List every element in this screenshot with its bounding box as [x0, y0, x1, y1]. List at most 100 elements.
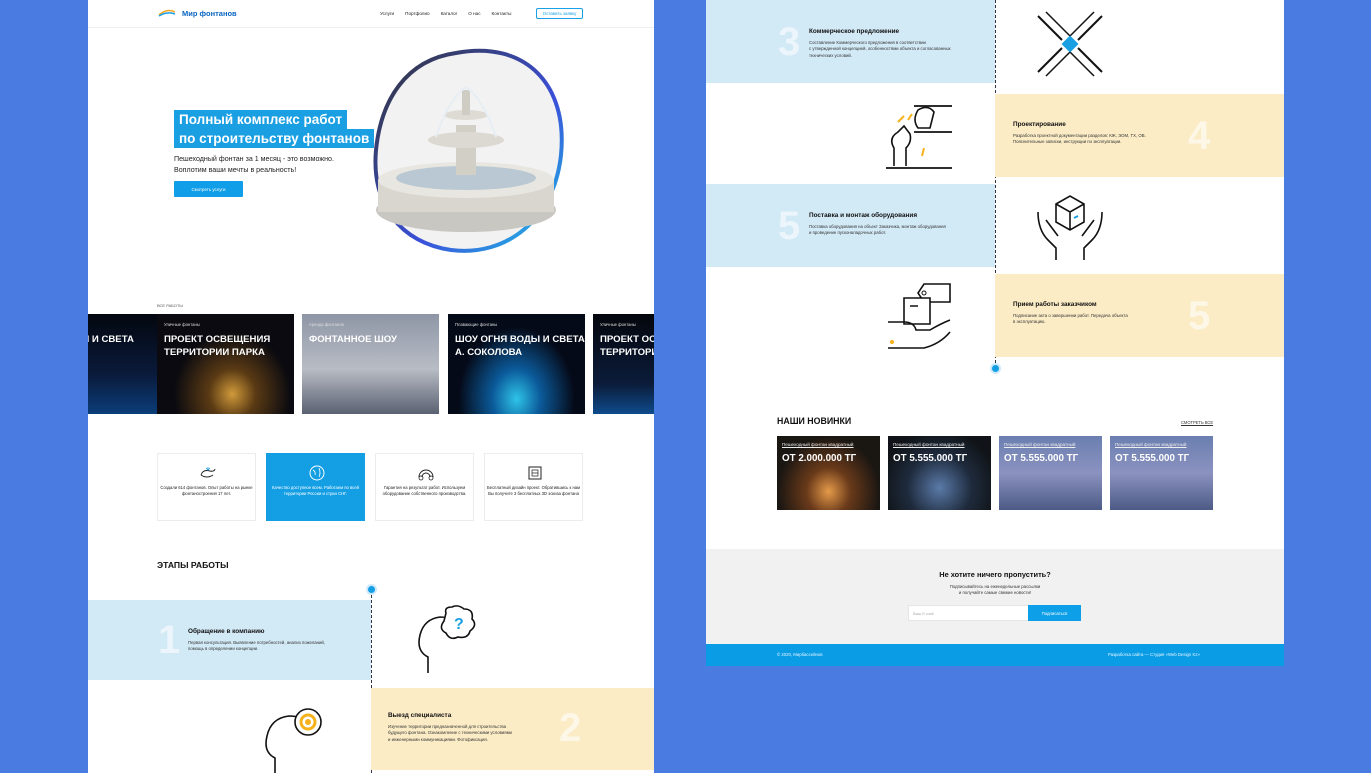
feature-text: Создали 614 фонтанов. Опыт работы на рын… [160, 485, 253, 497]
head-question-icon: ? [418, 605, 476, 673]
subscribe-description: Подписывайтесь на еженедельные рассылки … [949, 584, 1041, 596]
stage-description: Поставка оборудования на объект Заказчик… [809, 224, 946, 236]
stage-number: 1 [158, 618, 181, 662]
nav-item-contacts[interactable]: Контакты [492, 11, 512, 16]
product-price: ОТ 5.555.000 ТГ [893, 453, 968, 464]
email-field[interactable]: Ваш E-mail [908, 605, 1029, 621]
stage-description: Составление Коммерческого предложения в … [809, 40, 951, 58]
nav-item-portfolio[interactable]: Портфолио [405, 11, 429, 16]
stage-number: 5 [778, 204, 801, 248]
hero-subtitle-line-1: Пешеходный фонтан за 1 месяц - это возмо… [174, 155, 334, 163]
work-card-title: ПРОЕКТ ОСВЕ ТЕРРИТОРИ [600, 334, 654, 358]
head-gear-icon [265, 708, 322, 773]
stage-5-panel: 5 Поставка и монтаж оборудования Поставк… [706, 184, 995, 267]
feature-card: Гарантия на результат работ. Используем … [375, 453, 474, 521]
stage-description: Первая консультация. Выявление потребнос… [188, 640, 325, 652]
work-card[interactable]: Уличные фонтаны ПРОЕКТ ОСВЕ ТЕРРИТОРИ [593, 314, 654, 414]
timeline-dot [366, 584, 377, 595]
work-card[interactable]: Уличные фонтаны ПРОЕКТ ОСВЕЩЕНИЯ ТЕРРИТО… [157, 314, 294, 414]
stage-2-panel: Выезд специалиста Изучение территории пр… [371, 688, 654, 770]
work-card-category: Плавающие фонтаны [455, 322, 498, 327]
hero-fountain-image [373, 48, 564, 253]
work-card-title: ДЫ И СВЕТА [88, 334, 134, 345]
stages-heading: ЭТАПЫ РАБОТЫ [157, 560, 229, 570]
feature-text: Гарантия на результат работ. Используем … [382, 485, 467, 497]
product-label: Пешеходный фонтан квадратный [1004, 442, 1076, 447]
hero-title-line-1: Полный комплекс работ [174, 110, 348, 129]
stage-description: Изучение территории предназначенной для … [388, 724, 512, 742]
logo-icon [158, 9, 176, 17]
stage-3-panel: 3 Коммерческое предложение Составление К… [706, 0, 995, 83]
stage-title: Выезд специалиста [388, 712, 452, 719]
header-divider [88, 27, 654, 28]
see-all-link[interactable]: СМОТРЕТЬ ВСЕ [1181, 420, 1213, 425]
stage-number: 4 [1188, 114, 1211, 158]
hero-subtitle: Пешеходный фонтан за 1 месяц - это возмо… [174, 154, 374, 175]
subscribe-button[interactable]: Подписаться [1028, 605, 1081, 621]
feature-card: Создали 614 фонтанов. Опыт работы на рын… [157, 453, 256, 521]
work-card-title: ФОНТАННОЕ ШОУ [309, 334, 397, 345]
stage-title: Проектирование [1013, 121, 1066, 128]
stage-description: Разработка проектной документации раздел… [1013, 133, 1146, 145]
globe-icon [309, 465, 325, 481]
hero-title-line-2: по строительству фонтанов [174, 129, 375, 148]
main-nav: Услуги Портфолио Каталог О нас Контакты [380, 11, 511, 16]
news-heading: НАШИ НОВИНКИ [777, 416, 852, 426]
landing-page-right: 3 Коммерческое предложение Составление К… [706, 0, 1284, 666]
timeline-dot [990, 363, 1001, 374]
stage-description: Подписание акта о завершении работ. Пере… [1013, 313, 1128, 325]
landing-page-left: Мир фонтанов Услуги Портфолио Каталог О … [88, 0, 654, 773]
view-services-button[interactable]: Смотреть услуги [174, 181, 243, 197]
hand-tag-icon [888, 283, 951, 349]
hero-title: Полный комплекс работ по строительству ф… [174, 110, 375, 148]
stage-title: Прием работы заказчиком [1013, 301, 1097, 308]
work-card-category: Уличные фонтаны [164, 322, 200, 327]
product-card[interactable]: Пешеходный фонтан квадратный ОТ 2.000.00… [777, 436, 880, 510]
product-price: ОТ 5.555.000 ТГ [1115, 453, 1190, 464]
blueprint-icon [528, 466, 542, 480]
subscribe-title: Не хотите ничего пропустить? [939, 570, 1051, 579]
product-card[interactable]: Пешеходный фонтан квадратный ОТ 5.555.00… [999, 436, 1102, 510]
product-price: ОТ 5.555.000 ТГ [1004, 453, 1079, 464]
stage-title: Обращение в компанию [188, 628, 265, 635]
stage-1-panel: 1 Обращение в компанию Первая консультац… [88, 600, 371, 680]
stage-number: 3 [778, 20, 801, 64]
nav-item-catalog[interactable]: Каталог [441, 11, 458, 16]
box-hands-icon [1037, 195, 1103, 260]
all-works-link[interactable]: ВСЕ РАБОТЫ [157, 303, 183, 308]
stage-number: 2 [559, 706, 582, 750]
work-card-category: Аренда фонтанов [309, 322, 344, 327]
work-card[interactable]: Плавающие фонтаны ШОУ ОГНЯ ВОДЫ И СВЕТА … [448, 314, 585, 414]
hero-subtitle-line-2: Воплотим ваши мечты в реальность! [174, 165, 297, 174]
feature-text: Бесплатный дизайн проект. Обратившись к … [487, 485, 580, 497]
stage-title: Коммерческое предложение [809, 28, 900, 35]
product-card[interactable]: Пешеходный фонтан квадратный ОТ 5.555.00… [1110, 436, 1213, 510]
feature-card: Бесплатный дизайн проект. Обратившись к … [484, 453, 583, 521]
handshake-icon [1037, 11, 1103, 77]
svg-text:?: ? [454, 616, 464, 633]
request-button[interactable]: Оставить заявку [536, 8, 583, 19]
stage-4-panel: Проектирование Разработка проектной доку… [995, 94, 1284, 177]
nav-item-about[interactable]: О нас [468, 11, 480, 16]
stage-number: 5 [1188, 294, 1211, 338]
work-card-title: ПРОЕКТ ОСВЕЩЕНИЯ ТЕРРИТОРИИ ПАРКА [164, 334, 271, 358]
logo-text: Мир фонтанов [182, 8, 237, 18]
logo[interactable]: Мир фонтанов [158, 8, 237, 18]
chess-icon [886, 105, 952, 169]
product-card[interactable]: Пешеходный фонтан квадратный ОТ 5.555.00… [888, 436, 991, 510]
rainbow-icon [418, 469, 434, 481]
stage-title: Поставка и монтаж оборудования [809, 212, 918, 219]
feature-text: Качество доступное всем. Работаем по все… [272, 485, 359, 497]
product-label: Пешеходный фонтан квадратный [782, 442, 854, 447]
stage-6-panel: Прием работы заказчиком Подписание акта … [995, 274, 1284, 357]
work-card-title: ШОУ ОГНЯ ВОДЫ И СВЕТА А. СОКОЛОВА [455, 334, 585, 358]
work-card[interactable]: Аренда фонтанов ФОНТАННОЕ ШОУ [302, 314, 439, 414]
footer-copyright: © 2020, Мирбассейнов [777, 652, 823, 657]
feature-card: Качество доступное всем. Работаем по все… [266, 453, 365, 521]
product-price: ОТ 2.000.000 ТГ [782, 453, 857, 464]
work-card-category: Уличные фонтаны [600, 322, 636, 327]
product-label: Пешеходный фонтан квадратный [893, 442, 965, 447]
nav-item-services[interactable]: Услуги [380, 11, 394, 16]
footer-developer-link[interactable]: Разработка сайта — Студия «Web Design Kz… [1108, 652, 1200, 657]
product-label: Пешеходный фонтан квадратный [1115, 442, 1187, 447]
